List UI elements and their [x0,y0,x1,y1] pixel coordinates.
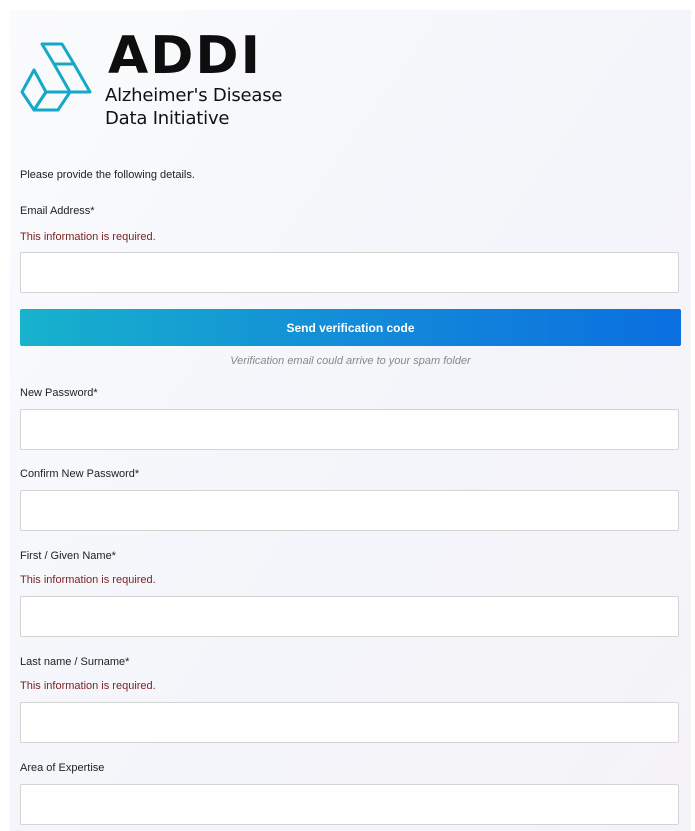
signup-form-panel: ADDI Alzheimer's Disease Data Initiative… [10,10,691,831]
logo-tagline-line2: Data Initiative [105,108,230,129]
expertise-label: Area of Expertise [20,762,105,774]
email-input[interactable] [21,253,678,292]
email-error: This information is required. [20,231,156,243]
confirm-password-field[interactable] [20,490,679,531]
logo-wordmark: ADDI [108,26,262,86]
logo-tagline-line1: Alzheimer's Disease [105,85,283,106]
new-password-input[interactable] [21,410,678,449]
new-password-field[interactable] [20,409,679,450]
intro-text: Please provide the following details. [20,169,195,181]
expertise-input[interactable] [21,785,678,824]
first-name-field[interactable] [20,596,679,637]
addi-logo-mark-icon [20,42,92,112]
confirm-password-label: Confirm New Password* [20,468,140,480]
expertise-field[interactable] [20,784,679,825]
last-name-input[interactable] [21,703,678,742]
last-name-error: This information is required. [20,680,156,692]
first-name-error: This information is required. [20,574,156,586]
email-field[interactable] [20,252,679,293]
first-name-input[interactable] [21,597,678,636]
last-name-field[interactable] [20,702,679,743]
email-label: Email Address* [20,205,95,217]
first-name-label: First / Given Name* [20,550,116,562]
last-name-label: Last name / Surname* [20,656,130,668]
send-verification-code-button[interactable]: Send verification code [20,309,681,346]
confirm-password-input[interactable] [21,491,678,530]
addi-logo: ADDI Alzheimer's Disease Data Initiative [18,26,318,132]
new-password-label: New Password* [20,387,98,399]
logo-tagline: Alzheimer's Disease Data Initiative [105,84,283,130]
verification-hint: Verification email could arrive to your … [230,355,471,367]
